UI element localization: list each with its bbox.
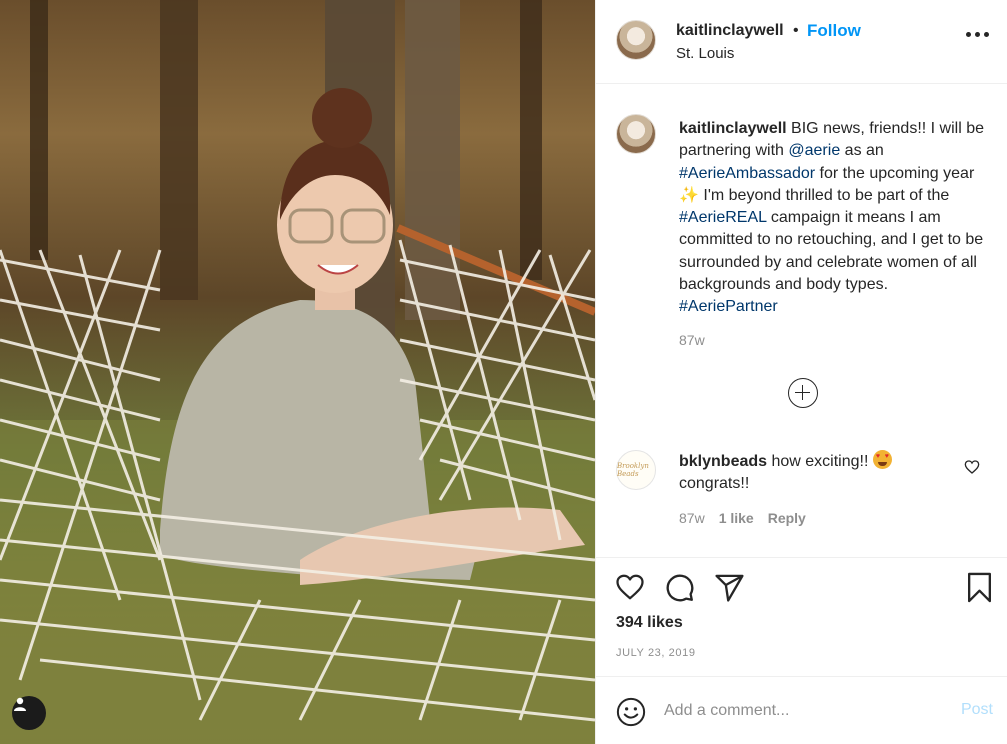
post-button[interactable]: Post: [961, 701, 993, 719]
comment-icon[interactable]: [664, 572, 695, 603]
commenter-username[interactable]: bklynbeads: [679, 453, 767, 470]
more-options-icon[interactable]: [966, 32, 989, 37]
share-icon[interactable]: [714, 572, 745, 603]
post-photo[interactable]: [0, 0, 595, 744]
caption-segment: as an: [840, 142, 884, 160]
comment-body-2: congrats!!: [679, 475, 750, 492]
post-details-panel: kaitlinclaywell • Follow St. Louis kaitl…: [595, 0, 1007, 744]
hashtag-link[interactable]: #AerieAmbassador: [679, 165, 815, 182]
hashtag-link[interactable]: #AeriePartner: [679, 298, 778, 315]
commenter-avatar-logo: Brooklyn Beads: [617, 462, 649, 478]
comment-likes-count[interactable]: 1 like: [719, 510, 754, 526]
likes-count[interactable]: 394 likes: [616, 614, 683, 632]
emoji-picker-icon[interactable]: [616, 697, 646, 727]
action-bar: [596, 557, 1007, 617]
caption-text: kaitlinclaywell BIG news, friends!! I wi…: [679, 118, 984, 319]
hashtag-link[interactable]: #AerieREAL: [679, 209, 766, 226]
bookmark-icon[interactable]: [966, 572, 993, 603]
mention-link[interactable]: @aerie: [788, 142, 840, 159]
add-comment-bar: Post: [596, 676, 1007, 744]
commenter-avatar[interactable]: Brooklyn Beads: [616, 450, 656, 490]
separator-dot: •: [793, 22, 799, 39]
comment-body: how exciting!!: [767, 453, 873, 470]
post-location[interactable]: St. Louis: [676, 45, 734, 62]
comment-input[interactable]: [664, 699, 934, 723]
author-avatar[interactable]: [616, 20, 656, 60]
comment-item: Brooklyn Beads bklynbeads how exciting!!…: [596, 448, 1007, 538]
author-username[interactable]: kaitlinclaywell: [676, 22, 784, 40]
caption-username[interactable]: kaitlinclaywell: [679, 120, 787, 137]
caption-author-avatar[interactable]: [616, 114, 656, 154]
comment-meta: 87w 1 like Reply: [679, 510, 806, 526]
comment-text: bklynbeads how exciting!! congrats!!: [679, 450, 939, 495]
post-header: kaitlinclaywell • Follow St. Louis: [596, 0, 1007, 84]
caption-timestamp[interactable]: 87w: [679, 332, 705, 348]
user-tag-icon: [14, 697, 26, 711]
user-tag-button[interactable]: [12, 696, 46, 730]
plus-circle-icon[interactable]: [788, 378, 818, 408]
reply-button[interactable]: Reply: [768, 510, 806, 526]
comment-like-heart-icon[interactable]: [964, 459, 980, 475]
follow-button[interactable]: Follow: [807, 21, 861, 41]
heart-icon[interactable]: [614, 572, 646, 602]
photo-illustration: [0, 0, 595, 744]
post-date[interactable]: JULY 23, 2019: [616, 647, 696, 659]
comment-timestamp[interactable]: 87w: [679, 510, 705, 526]
heart-eyes-emoji: [872, 450, 892, 469]
